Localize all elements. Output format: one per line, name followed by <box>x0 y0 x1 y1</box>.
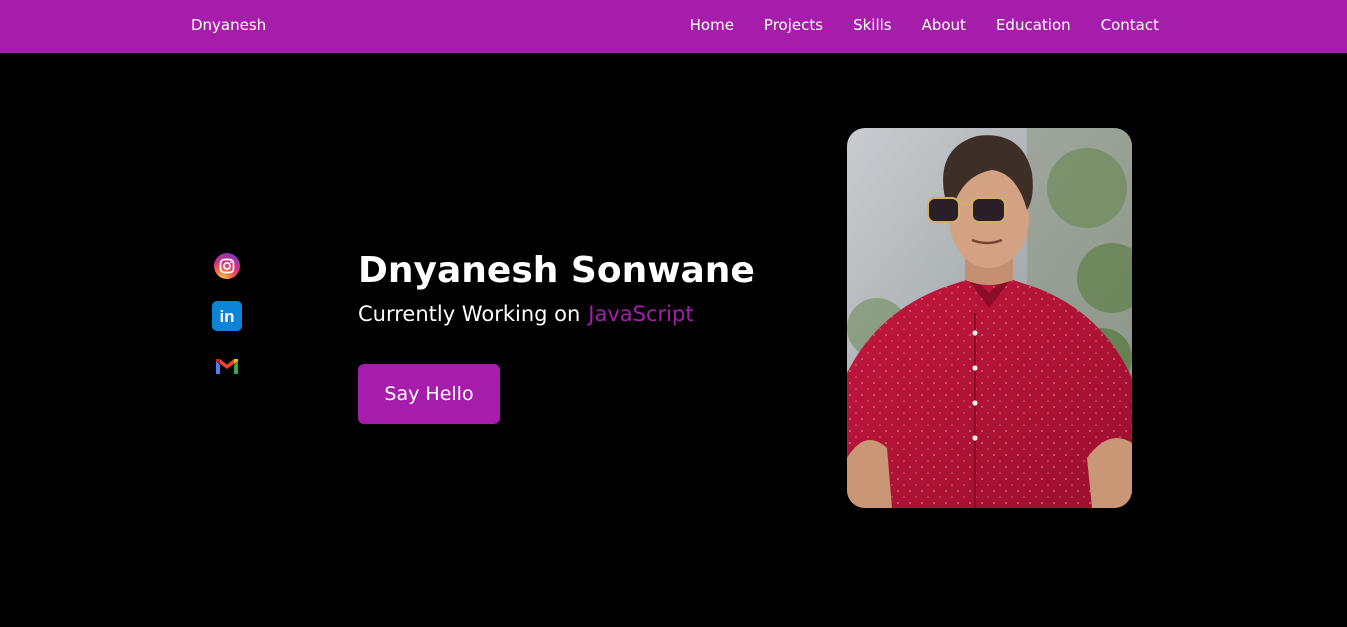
instagram-icon <box>214 253 240 279</box>
linkedin-label: in <box>219 307 234 326</box>
brand-logo[interactable]: Dnyanesh <box>191 16 266 34</box>
hero-subtitle: Currently Working on JavaScript <box>358 302 694 326</box>
nav-link-education[interactable]: Education <box>996 16 1071 34</box>
nav-link-home[interactable]: Home <box>690 16 734 34</box>
say-hello-button[interactable]: Say Hello <box>358 364 500 424</box>
profile-photo-image <box>847 128 1132 508</box>
gmail-link[interactable] <box>212 351 242 381</box>
nav-link-contact[interactable]: Contact <box>1101 16 1159 34</box>
navbar: Dnyanesh Home Projects Skills About Educ… <box>0 0 1347 53</box>
hero-subtitle-text: Currently Working on <box>358 302 581 326</box>
profile-photo <box>847 128 1132 508</box>
instagram-link[interactable] <box>212 251 242 281</box>
linkedin-link[interactable]: in <box>212 301 242 331</box>
linkedin-icon: in <box>212 301 242 331</box>
hero-name: Dnyanesh Sonwane <box>358 250 755 291</box>
nav-link-about[interactable]: About <box>922 16 966 34</box>
nav-links: Home Projects Skills About Education Con… <box>690 16 1159 34</box>
nav-link-skills[interactable]: Skills <box>853 16 892 34</box>
gmail-icon <box>216 359 238 374</box>
nav-link-projects[interactable]: Projects <box>764 16 823 34</box>
typed-skill: JavaScript <box>588 302 694 326</box>
